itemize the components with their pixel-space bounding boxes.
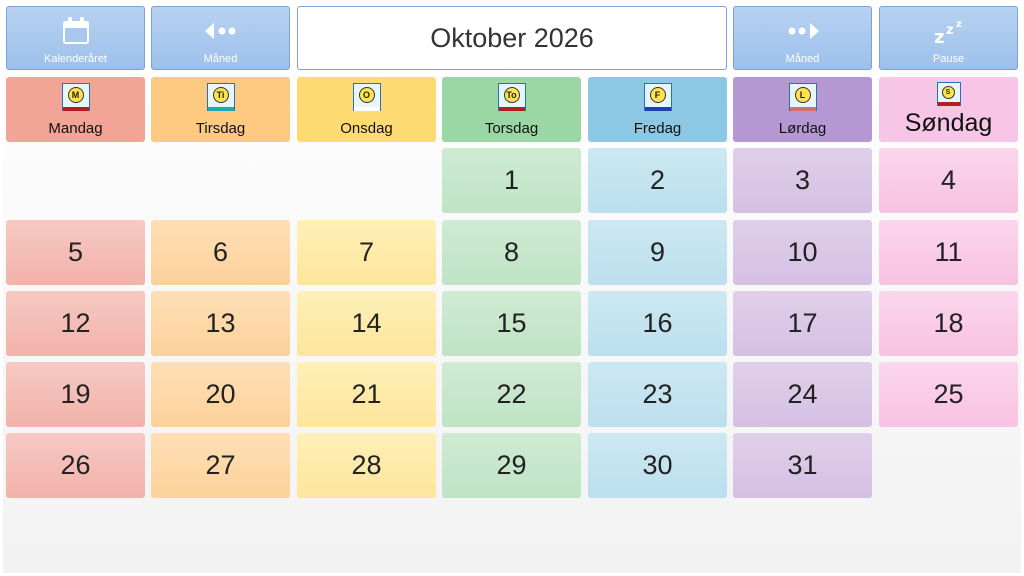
- day-cell[interactable]: 1: [442, 148, 581, 213]
- weekday-name: Mandag: [48, 120, 103, 137]
- day-cell[interactable]: 3: [733, 148, 872, 213]
- day-cell[interactable]: 31: [733, 433, 872, 498]
- day-cell[interactable]: 9: [588, 220, 727, 285]
- day-cell[interactable]: 14: [297, 291, 436, 356]
- svg-text:z: z: [946, 23, 954, 38]
- day-symbol-letter: O: [358, 87, 375, 103]
- weekday-header-3: O Onsdag: [297, 77, 436, 142]
- weekday-name: Lørdag: [778, 120, 827, 137]
- sleep-icon: z z z: [880, 17, 1017, 45]
- day-symbol-letter: To: [503, 87, 520, 103]
- weekday-name: Fredag: [633, 120, 682, 137]
- day-sun-symbol-icon: O: [352, 83, 381, 111]
- day-sun-symbol-icon: F: [643, 83, 672, 111]
- day-cell[interactable]: 8: [442, 220, 581, 285]
- weekday-name: Søndag: [904, 109, 993, 137]
- day-cell[interactable]: 25: [879, 362, 1018, 427]
- calendar-icon: [7, 17, 144, 45]
- day-cell[interactable]: 21: [297, 362, 436, 427]
- day-cell[interactable]: 22: [442, 362, 581, 427]
- prev-month-label: Måned: [203, 53, 238, 65]
- day-symbol-letter: Ti: [212, 87, 229, 103]
- day-cell[interactable]: 19: [6, 362, 145, 427]
- svg-text:z: z: [956, 19, 962, 30]
- day-sun-symbol-icon: L: [788, 83, 817, 111]
- weekday-header-6: L Lørdag: [733, 77, 872, 142]
- day-sun-symbol-icon: M: [61, 83, 90, 111]
- day-cell[interactable]: 15: [442, 291, 581, 356]
- next-month-label: Måned: [785, 53, 820, 65]
- day-cell[interactable]: 29: [442, 433, 581, 498]
- day-cell[interactable]: 12: [6, 291, 145, 356]
- weekday-header-7: S Søndag: [879, 77, 1018, 142]
- next-month-button[interactable]: Måned: [733, 6, 872, 70]
- weekday-header-4: To Torsdag: [442, 77, 581, 142]
- day-symbol-letter: L: [794, 87, 811, 103]
- day-cell[interactable]: 16: [588, 291, 727, 356]
- day-symbol-letter: M: [67, 87, 84, 103]
- day-sun-symbol-icon: To: [497, 83, 526, 111]
- day-cell[interactable]: 4: [879, 148, 1018, 213]
- day-cell[interactable]: 13: [151, 291, 290, 356]
- day-cell[interactable]: 20: [151, 362, 290, 427]
- prev-month-button[interactable]: Måned: [151, 6, 290, 70]
- calendar-year-label: Kalenderåret: [44, 53, 107, 65]
- day-cell[interactable]: 7: [297, 220, 436, 285]
- day-cell[interactable]: 27: [151, 433, 290, 498]
- weekday-header-5: F Fredag: [588, 77, 727, 142]
- month-title: Oktober 2026: [297, 6, 727, 70]
- calendar-year-button[interactable]: Kalenderåret: [6, 6, 145, 70]
- day-cell[interactable]: 30: [588, 433, 727, 498]
- day-symbol-letter: S: [941, 86, 955, 99]
- day-symbol-letter: F: [649, 87, 666, 103]
- day-cell[interactable]: 17: [733, 291, 872, 356]
- day-sun-symbol-icon: Ti: [206, 83, 235, 111]
- day-cell[interactable]: 26: [6, 433, 145, 498]
- day-cell[interactable]: 6: [151, 220, 290, 285]
- day-cell[interactable]: 5: [6, 220, 145, 285]
- pause-button[interactable]: z z z Pause: [879, 6, 1018, 70]
- day-cell[interactable]: 28: [297, 433, 436, 498]
- weekday-header-1: M Mandag: [6, 77, 145, 142]
- day-cell[interactable]: 23: [588, 362, 727, 427]
- arrow-right-icon: [734, 17, 871, 45]
- weekday-name: Torsdag: [484, 120, 539, 137]
- pause-label: Pause: [932, 53, 965, 65]
- day-cell[interactable]: 2: [588, 148, 727, 213]
- svg-text:z: z: [934, 27, 944, 45]
- weekday-name: Tirsdag: [195, 120, 246, 137]
- day-cell[interactable]: 11: [879, 220, 1018, 285]
- day-cell[interactable]: 18: [879, 291, 1018, 356]
- day-cell[interactable]: 10: [733, 220, 872, 285]
- arrow-left-icon: [152, 17, 289, 45]
- day-sun-symbol-icon: S: [936, 82, 961, 106]
- day-cell[interactable]: 24: [733, 362, 872, 427]
- weekday-header-2: Ti Tirsdag: [151, 77, 290, 142]
- weekday-name: Onsdag: [340, 120, 393, 137]
